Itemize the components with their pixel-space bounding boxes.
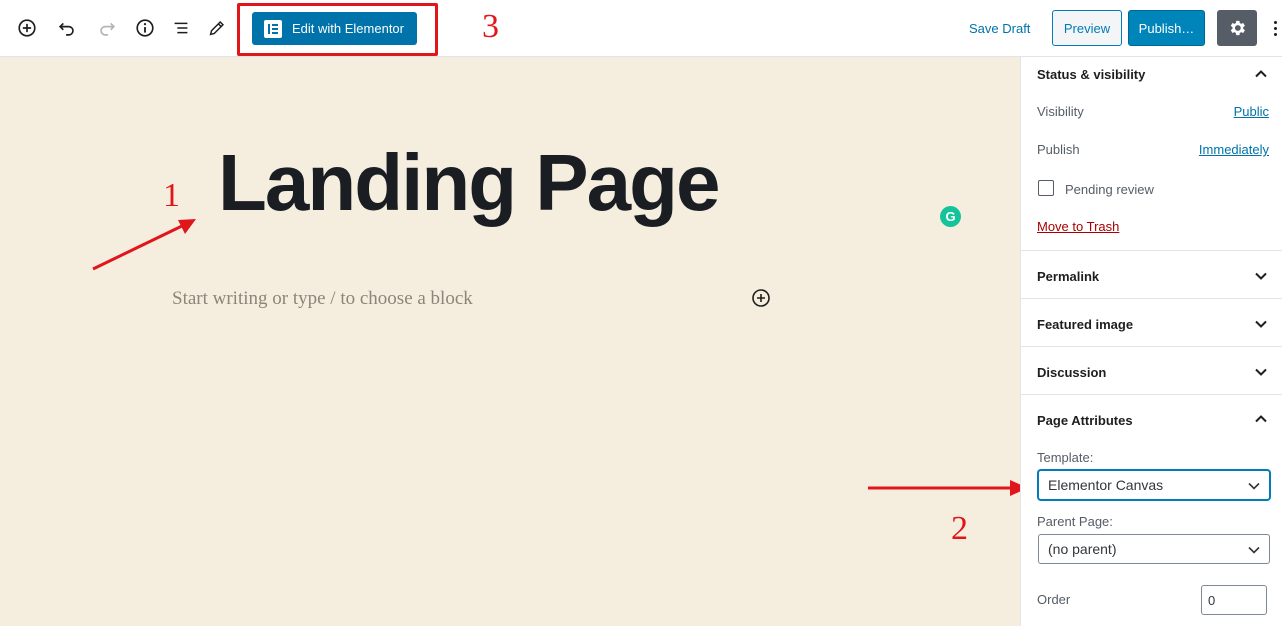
order-label: Order — [1037, 592, 1071, 607]
chevron-up-icon[interactable] — [1254, 67, 1268, 81]
template-label: Template: — [1037, 450, 1094, 465]
chevron-down-icon[interactable] — [1254, 269, 1268, 283]
info-icon[interactable] — [133, 16, 157, 40]
divider — [1021, 250, 1282, 251]
pending-review-label: Pending review — [1065, 182, 1154, 197]
settings-sidebar: Status & visibility Visibility Public Pu… — [1020, 57, 1282, 626]
move-to-trash-link[interactable]: Move to Trash — [1037, 219, 1119, 234]
parent-page-select-value: (no parent) — [1048, 541, 1117, 557]
annotation-number-2: 2 — [951, 510, 968, 547]
save-draft-button[interactable]: Save Draft — [969, 21, 1030, 36]
publish-date-link[interactable]: Immediately — [1199, 142, 1269, 157]
featured-image-header[interactable]: Featured image — [1037, 317, 1133, 332]
annotation-number-1: 1 — [163, 177, 180, 214]
chevron-down-icon — [1248, 482, 1260, 490]
divider — [1021, 298, 1282, 299]
order-input[interactable]: 0 — [1201, 585, 1267, 615]
editor-canvas: Landing Page Start writing or type / to … — [0, 57, 1020, 626]
inline-add-block-icon[interactable] — [751, 288, 771, 308]
add-block-icon[interactable] — [15, 16, 39, 40]
publish-button[interactable]: Publish… — [1128, 10, 1205, 46]
settings-button[interactable] — [1217, 10, 1257, 46]
more-options-icon[interactable] — [1270, 16, 1280, 40]
annotation-highlight-box — [237, 3, 438, 56]
block-placeholder[interactable]: Start writing or type / to choose a bloc… — [172, 288, 473, 310]
divider — [1021, 346, 1282, 347]
redo-icon[interactable] — [95, 16, 119, 40]
template-select[interactable]: Elementor Canvas — [1038, 470, 1270, 500]
chevron-down-icon[interactable] — [1254, 317, 1268, 331]
parent-page-label: Parent Page: — [1037, 514, 1113, 529]
publish-label: Publish — [1037, 142, 1080, 157]
permalink-header[interactable]: Permalink — [1037, 269, 1099, 284]
page-attributes-header[interactable]: Page Attributes — [1037, 413, 1133, 428]
visibility-link[interactable]: Public — [1234, 104, 1269, 119]
divider — [1021, 394, 1282, 395]
chevron-up-icon[interactable] — [1254, 412, 1268, 426]
top-toolbar: Edit with Elementor 3 Save Draft Preview… — [0, 0, 1282, 57]
discussion-header[interactable]: Discussion — [1037, 365, 1106, 380]
list-view-icon[interactable] — [169, 16, 193, 40]
status-visibility-header[interactable]: Status & visibility — [1037, 67, 1145, 82]
gear-icon — [1230, 20, 1245, 36]
visibility-label: Visibility — [1037, 104, 1084, 119]
preview-button[interactable]: Preview — [1052, 10, 1122, 46]
chevron-down-icon — [1248, 546, 1260, 554]
undo-icon[interactable] — [55, 16, 79, 40]
chevron-down-icon[interactable] — [1254, 365, 1268, 379]
annotation-number-3: 3 — [482, 8, 499, 45]
parent-page-select[interactable]: (no parent) — [1038, 534, 1270, 564]
template-select-value: Elementor Canvas — [1048, 477, 1164, 493]
pending-review-checkbox[interactable] — [1038, 180, 1054, 196]
edit-pencil-icon[interactable] — [205, 16, 229, 40]
page-title[interactable]: Landing Page — [218, 137, 720, 229]
grammarly-icon[interactable]: G — [940, 206, 961, 227]
